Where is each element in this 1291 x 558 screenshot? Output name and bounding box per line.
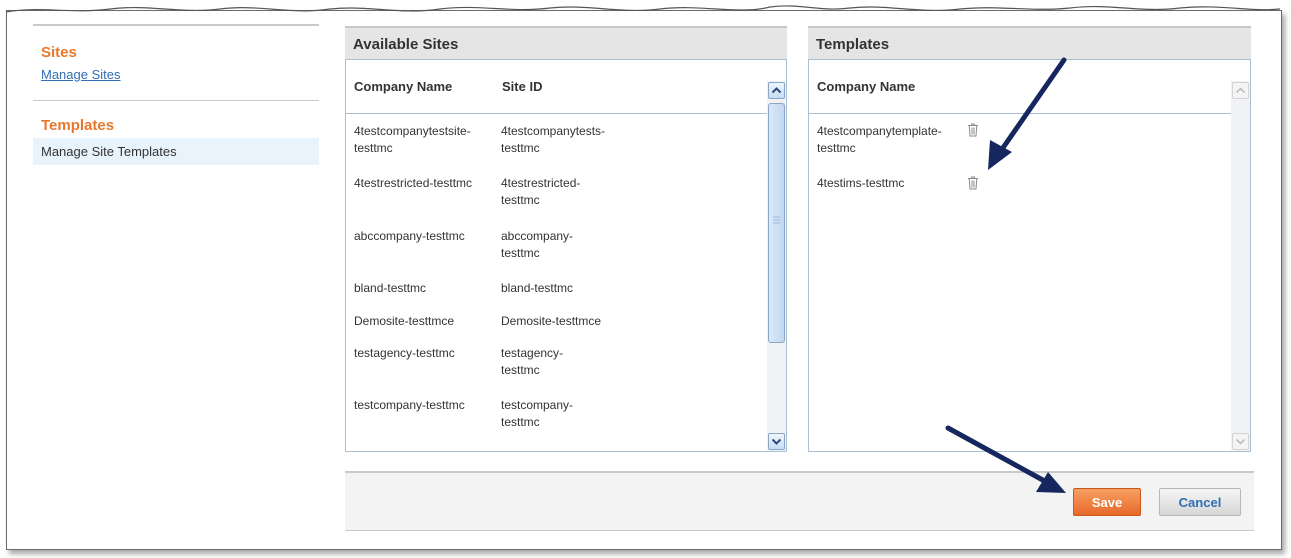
available-sites-list: Company Name Site ID 4testcompanytestsit…	[345, 59, 787, 452]
templates-rows: 4testcompanytemplate-testtmc 4testims-te…	[809, 113, 1250, 451]
site-company-name: bland-testtmc	[354, 281, 427, 295]
manage-sites-link[interactable]: Manage Sites	[41, 67, 319, 82]
nav-heading-templates: Templates	[41, 117, 115, 134]
site-company-name: abccompany-testtmc	[354, 229, 465, 243]
site-company-name: 4testcompanytestsite-testtmc	[354, 124, 471, 155]
column-header-company-name[interactable]: Company Name	[817, 79, 915, 94]
templates-header: Company Name	[809, 60, 1250, 114]
trash-icon[interactable]	[967, 176, 979, 190]
save-button[interactable]: Save	[1073, 488, 1141, 516]
template-company-name: 4testims-testtmc	[817, 176, 905, 190]
column-header-site-id[interactable]: Site ID	[502, 79, 542, 94]
left-nav: Sites Manage Sites Templates Manage Site…	[33, 24, 319, 165]
available-sites-panel: Available Sites Company Name Site ID 4te…	[345, 26, 787, 452]
scroll-thumb[interactable]	[768, 103, 785, 343]
templates-panel: Templates Company Name 4testcompanytempl…	[808, 26, 1251, 452]
nav-top-rule	[33, 24, 319, 26]
template-company-name: 4testcompanytemplate-testtmc	[817, 124, 942, 155]
site-company-name: testagency-testtmc	[354, 346, 455, 360]
templates-list: Company Name 4testcompanytemplate-testtm…	[808, 59, 1251, 452]
site-id: testagency-testtmc	[501, 346, 564, 377]
column-header-company-name[interactable]: Company Name	[354, 79, 452, 94]
scroll-up-icon[interactable]	[768, 82, 785, 99]
available-sites-title: Available Sites	[345, 26, 787, 59]
site-id: testcompany-testtmc	[501, 398, 574, 429]
site-company-name: 4testrestricted-testtmc	[354, 176, 473, 190]
torn-edge	[0, 0, 1291, 13]
templates-title: Templates	[808, 26, 1251, 59]
trash-icon[interactable]	[967, 123, 979, 137]
templates-scrollbar[interactable]	[1231, 81, 1250, 451]
cancel-button[interactable]: Cancel	[1159, 488, 1241, 516]
site-id: bland-testtmc	[501, 281, 574, 295]
available-sites-header: Company Name Site ID	[346, 60, 786, 114]
scroll-down-icon[interactable]	[1232, 433, 1249, 450]
site-id: 4testrestricted-testtmc	[501, 176, 581, 207]
site-company-name: Demosite-testtmce	[354, 314, 455, 328]
scroll-up-icon[interactable]	[1232, 82, 1249, 99]
site-id: abccompany-testtmc	[501, 229, 574, 260]
manage-site-templates-item[interactable]: Manage Site Templates	[33, 138, 319, 165]
action-footer: Save Cancel	[345, 471, 1254, 531]
available-sites-scrollbar[interactable]	[767, 81, 786, 451]
nav-heading-sites: Sites	[41, 44, 77, 61]
nav-divider	[33, 100, 319, 101]
site-company-name: testcompany-testtmc	[354, 398, 465, 412]
site-id: Demosite-testtmce	[501, 314, 602, 328]
site-id: 4testcompanytests-testtmc	[501, 124, 606, 155]
available-sites-rows: 4testcompanytestsite-testtmc 4testcompan…	[346, 113, 786, 451]
scroll-down-icon[interactable]	[768, 433, 785, 450]
